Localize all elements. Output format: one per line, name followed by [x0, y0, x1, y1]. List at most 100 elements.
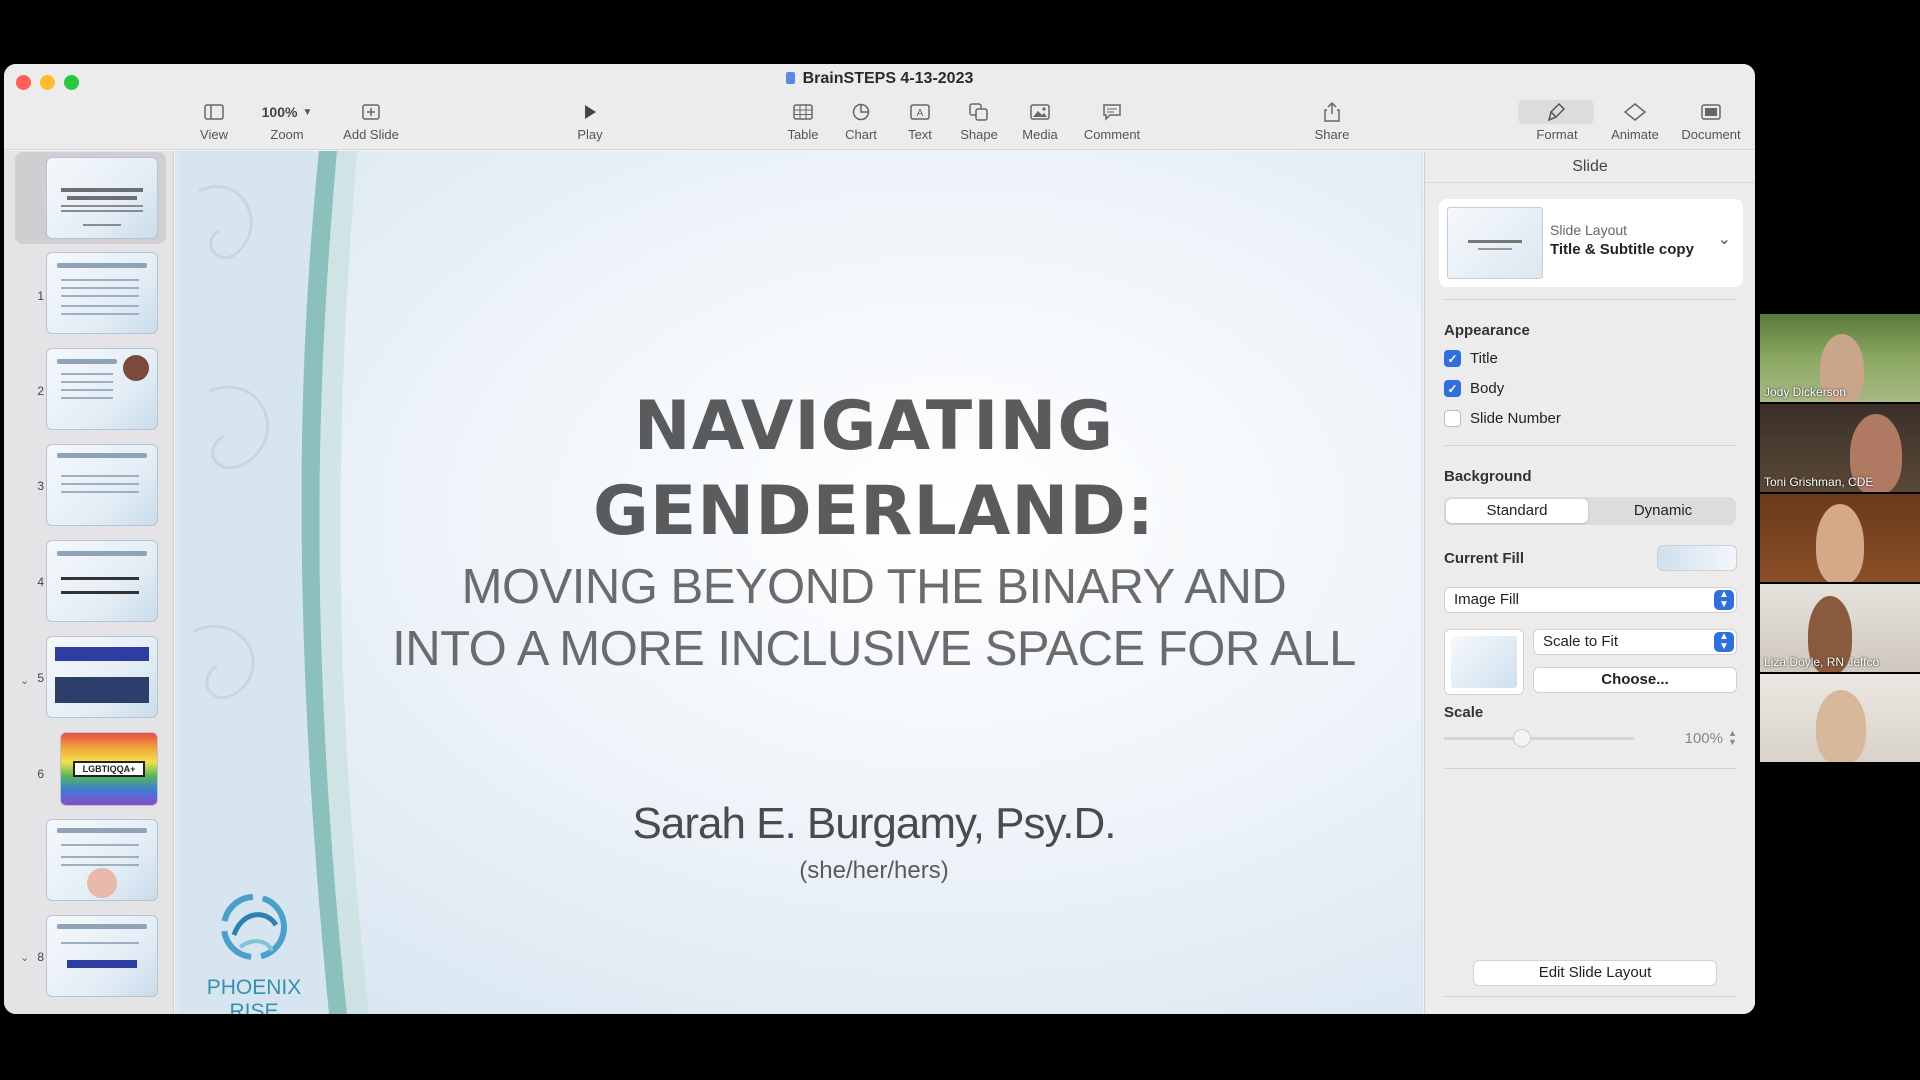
slide-title-line1[interactable]: NAVIGATING [359, 387, 1389, 466]
slide-thumbnail[interactable] [46, 819, 158, 901]
thumb-text-line [61, 856, 139, 858]
presenter-pronouns[interactable]: (she/her/hers) [359, 857, 1389, 885]
window-title: BrainSTEPS 4-13-2023 [4, 70, 1755, 88]
background-type-segmented-control: Standard Dynamic [1444, 497, 1736, 525]
text-button[interactable]: A Text [898, 100, 942, 142]
participant-tile[interactable]: Liza Doyle, RN Jeffco [1760, 584, 1920, 672]
participant-tile[interactable] [1760, 674, 1920, 762]
comment-button[interactable]: Comment [1078, 100, 1146, 142]
zoom-menu[interactable]: 100% ▼ Zoom [254, 100, 320, 142]
scale-mode-value: Scale to Fit [1543, 633, 1619, 650]
slide-number: 1 [37, 289, 44, 303]
dynamic-background-tab[interactable]: Dynamic [1592, 499, 1734, 523]
shape-button[interactable]: Shape [955, 100, 1003, 142]
table-button[interactable]: Table [781, 100, 825, 142]
slide-thumbnail[interactable] [46, 636, 158, 718]
add-slide-button[interactable]: Add Slide [336, 100, 406, 142]
thumb-graphic [87, 868, 117, 898]
fill-type-select[interactable]: Image Fill ▲ ▼ [1444, 587, 1737, 613]
participant-tile[interactable]: Jody Dickerson [1760, 314, 1920, 402]
layout-thumbnail [1447, 207, 1543, 279]
thumb-text-line [61, 313, 139, 315]
slide-thumbnail[interactable] [46, 252, 158, 334]
slide-number-checkbox[interactable]: Slide Number [1444, 410, 1561, 427]
chevron-down-icon: ⌄ [1717, 231, 1731, 248]
slide-thumbnail[interactable] [46, 540, 158, 622]
thumb-text-line [61, 287, 139, 289]
view-label: View [200, 127, 228, 142]
table-label: Table [787, 127, 819, 142]
thumb-text-line [61, 397, 113, 399]
current-fill-swatch[interactable] [1657, 545, 1737, 571]
thumb-title-bar [57, 828, 147, 833]
slide-subtitle-line2[interactable]: INTO A MORE INCLUSIVE SPACE FOR ALL [359, 621, 1389, 677]
image-preview [1451, 636, 1517, 688]
paintbrush-icon [1534, 100, 1580, 124]
standard-background-tab[interactable]: Standard [1446, 499, 1588, 523]
thumb-text-line [61, 295, 139, 297]
document-button[interactable]: Document [1676, 100, 1746, 142]
thumb-text-line [61, 475, 139, 477]
thumb-text-line [61, 942, 139, 944]
presenter-name[interactable]: Sarah E. Burgamy, Psy.D. [359, 799, 1389, 849]
slide-title-line2[interactable]: GENDERLAND: [359, 472, 1389, 551]
animate-button[interactable]: Animate [1607, 100, 1663, 142]
participant-tile[interactable] [1760, 494, 1920, 582]
logo-text: PHOENIX RISE [206, 976, 302, 1014]
slide-thumbnail[interactable] [46, 444, 158, 526]
scale-value-field[interactable]: 100% [1657, 727, 1727, 751]
format-label: Format [1536, 127, 1578, 142]
participant-video [1816, 690, 1866, 762]
thumb-photo [123, 355, 149, 381]
keynote-window: BrainSTEPS 4-13-2023 View 100% ▼ Zoom Add… [4, 64, 1755, 1014]
checkbox-label: Title [1470, 350, 1498, 367]
scale-slider-knob[interactable] [1513, 729, 1531, 747]
slide-layout-value: Title & Subtitle copy [1550, 241, 1694, 258]
slide-subtitle-line1[interactable]: MOVING BEYOND THE BINARY AND [359, 559, 1389, 615]
scale-label: Scale [1444, 704, 1484, 721]
title-checkbox[interactable]: ✓ Title [1444, 350, 1498, 367]
media-button[interactable]: Media [1016, 100, 1064, 142]
slide-thumbnail[interactable]: LGBTIQQA+ [60, 732, 158, 806]
chart-button[interactable]: Chart [839, 100, 883, 142]
thumb-image [55, 677, 149, 703]
share-label: Share [1314, 127, 1350, 142]
thumb-text-line [61, 279, 139, 281]
choose-image-button[interactable]: Choose... [1533, 667, 1737, 693]
scale-slider-track[interactable] [1444, 737, 1634, 740]
share-button[interactable]: Share [1310, 100, 1354, 142]
slide-thumbnail[interactable] [46, 157, 158, 239]
slide-thumbnail[interactable] [46, 348, 158, 430]
chevron-down-icon[interactable]: ⌄ [20, 674, 29, 687]
scale-mode-select[interactable]: Scale to Fit ▲ ▼ [1533, 629, 1737, 655]
thumb-text-line [61, 864, 139, 866]
thumb-title-line [61, 188, 143, 192]
participant-name: Toni Grishman, CDE [1764, 475, 1874, 489]
play-button[interactable]: Play [570, 100, 610, 142]
comment-label: Comment [1083, 127, 1141, 142]
slide-canvas[interactable]: NAVIGATING GENDERLAND: MOVING BEYOND THE… [175, 151, 1423, 1014]
chevron-down-icon[interactable]: ⌄ [20, 951, 29, 964]
slide-layout-picker[interactable]: Slide Layout Title & Subtitle copy ⌄ [1439, 199, 1743, 287]
current-slide[interactable]: NAVIGATING GENDERLAND: MOVING BEYOND THE… [179, 151, 1421, 1014]
checkmark-icon: ✓ [1444, 380, 1461, 397]
format-button[interactable]: Format [1534, 100, 1580, 142]
thumb-text-line [61, 483, 139, 485]
table-icon [781, 100, 825, 124]
body-checkbox[interactable]: ✓ Body [1444, 380, 1504, 397]
edit-slide-layout-button[interactable]: Edit Slide Layout [1473, 960, 1717, 986]
text-label: Text [908, 127, 932, 142]
slide-thumbnail[interactable] [46, 915, 158, 997]
view-button[interactable]: View [192, 100, 236, 142]
add-slide-icon [336, 100, 406, 124]
appearance-heading: Appearance [1444, 322, 1530, 339]
image-well[interactable] [1444, 629, 1524, 695]
chevron-down-icon: ▼ [302, 106, 313, 118]
participant-tile[interactable]: Toni Grishman, CDE [1760, 404, 1920, 492]
decorative-ribbon [179, 151, 369, 1014]
thumb-title-line [67, 196, 137, 200]
checkbox-label: Slide Number [1470, 410, 1561, 427]
stepper-arrows-icon[interactable]: ▲ ▼ [1728, 729, 1737, 747]
shape-icon [955, 100, 1003, 124]
thumb-text-line [61, 844, 139, 846]
